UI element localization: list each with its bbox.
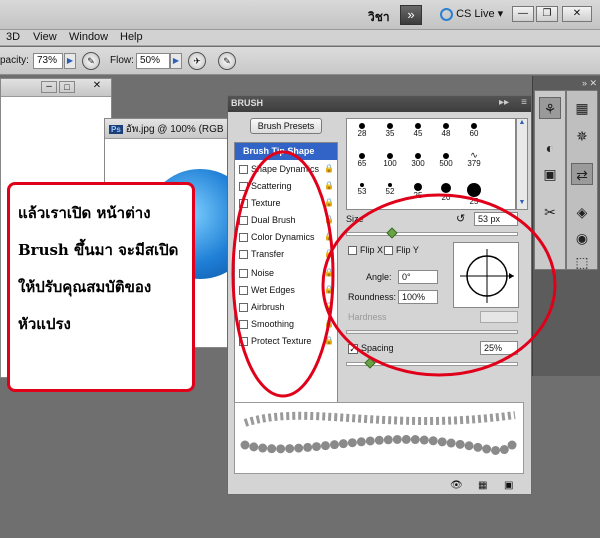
annotation-line: หัวแปรง (18, 315, 71, 333)
options-list-highlight (231, 150, 335, 398)
annotation-line: Brush ขึ้นมา จะมีสเปิด (18, 241, 179, 259)
annotation-note: แล้วเราเปิด หน้าต่าง Brush ขึ้นมา จะมีสเ… (7, 182, 195, 392)
annotation-line: แล้วเราเปิด หน้าต่าง (18, 204, 151, 222)
annotation-line: ให้ปรับคุณสมบัติของ (18, 278, 152, 296)
tip-settings-highlight (321, 193, 557, 377)
